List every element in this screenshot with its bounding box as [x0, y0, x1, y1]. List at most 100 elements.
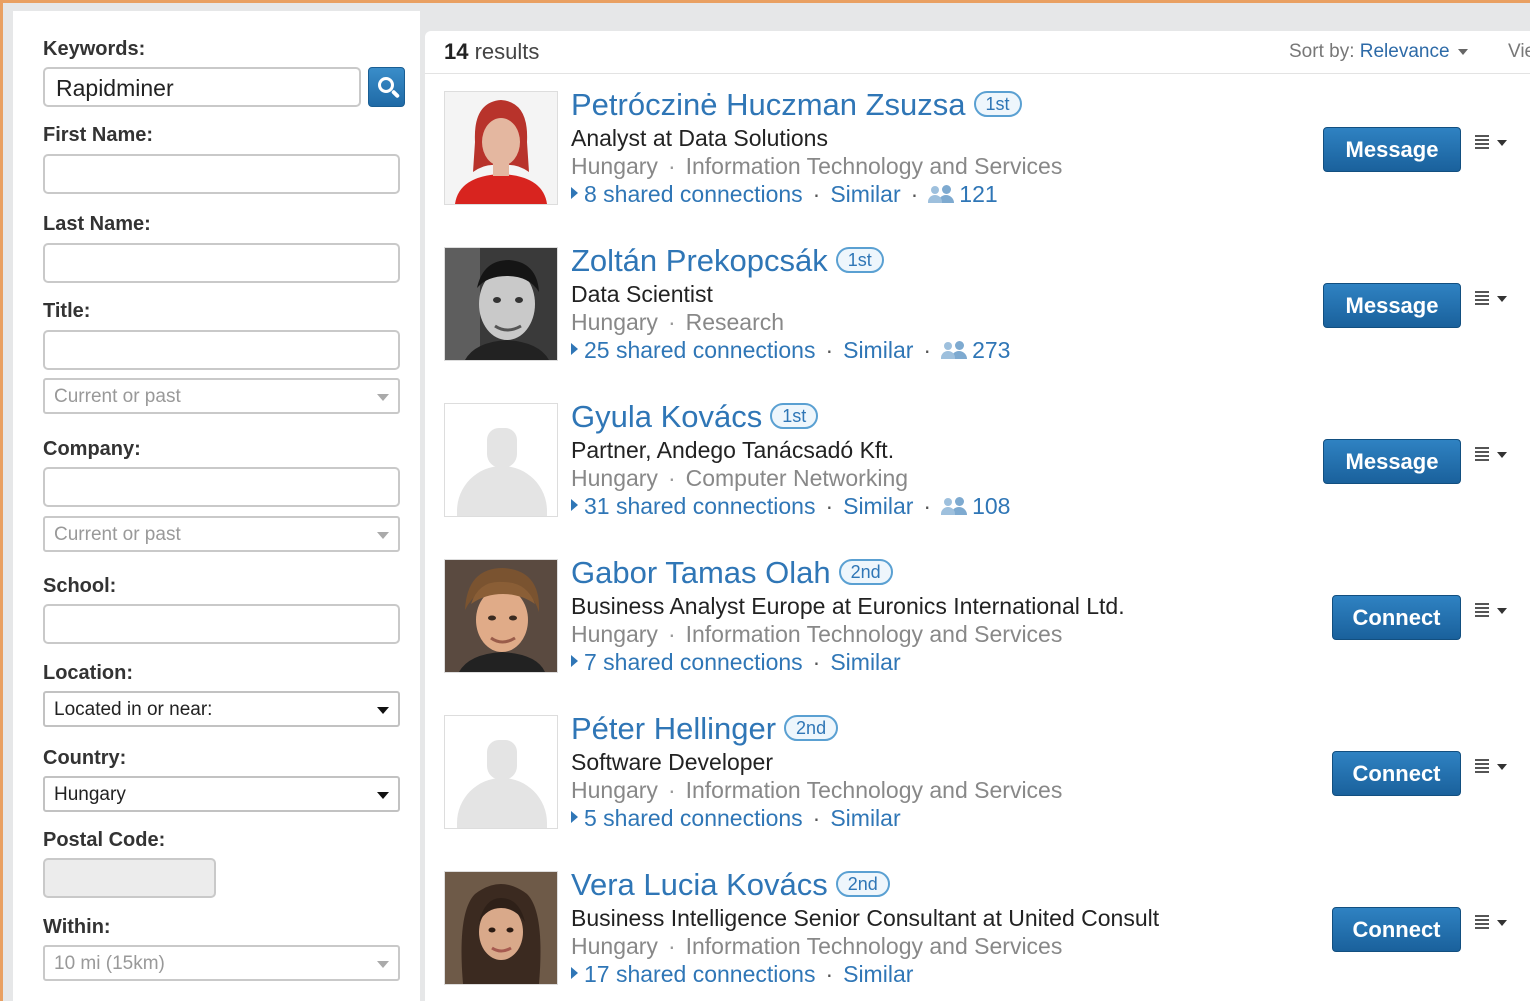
avatar[interactable] [444, 559, 558, 673]
results-count-suffix: results [468, 39, 540, 64]
location-label: Location: [43, 662, 133, 684]
similar-link[interactable]: Similar [843, 493, 913, 519]
within-label: Within: [43, 916, 111, 938]
avatar[interactable] [444, 247, 558, 361]
similar-link[interactable]: Similar [830, 181, 900, 207]
profile-meta: Hungary · Research [571, 309, 785, 335]
degree-badge: 1st [835, 247, 884, 273]
profile-links: 8 shared connections · Similar · 121 [571, 181, 998, 208]
chevron-down-icon [1497, 608, 1507, 614]
profile-headline: Software Developer [571, 749, 773, 775]
expand-arrow-icon[interactable] [571, 187, 578, 199]
profile-name-link[interactable]: Gabor Tamas Olah 2nd [571, 555, 893, 591]
message-button[interactable]: Message [1323, 127, 1461, 172]
chevron-down-icon [1497, 452, 1507, 458]
more-actions-menu[interactable] [1473, 133, 1513, 153]
chevron-down-icon [377, 532, 389, 539]
shared-connections-link[interactable]: 25 shared connections [584, 337, 815, 363]
profile-headline: Partner, Andego Tanácsadó Kft. [571, 437, 895, 463]
profile-name: Zoltán Prekopcsák [571, 243, 828, 278]
company-input[interactable] [43, 467, 400, 507]
connect-button[interactable]: Connect [1332, 907, 1461, 952]
degree-badge: 2nd [784, 715, 839, 741]
expand-arrow-icon[interactable] [571, 811, 578, 823]
degree-badge: 2nd [838, 559, 893, 585]
shared-connections-link[interactable]: 17 shared connections [584, 961, 815, 987]
connections-count[interactable]: 273 [972, 337, 1010, 363]
similar-link[interactable]: Similar [830, 805, 900, 831]
shared-connections-link[interactable]: 31 shared connections [584, 493, 815, 519]
avatar[interactable] [444, 91, 558, 205]
connect-button[interactable]: Connect [1332, 595, 1461, 640]
first-name-input[interactable] [43, 154, 400, 194]
similar-link[interactable]: Similar [843, 961, 913, 987]
company-scope-select[interactable]: Current or past [43, 516, 400, 552]
result-card: Gyula Kovács 1st Partner, Andego Tanácsad… [425, 399, 1530, 553]
result-card: Péter Hellinger 2nd Software Developer Hu… [425, 711, 1530, 865]
avatar[interactable] [444, 403, 558, 517]
profile-name-link[interactable]: Vera Lucia Kovács 2nd [571, 867, 890, 903]
school-input[interactable] [43, 604, 400, 644]
similar-link[interactable]: Similar [843, 337, 913, 363]
more-actions-menu[interactable] [1473, 913, 1513, 933]
chevron-down-icon [377, 394, 389, 401]
more-actions-menu[interactable] [1473, 757, 1513, 777]
avatar[interactable] [444, 715, 558, 829]
country-select[interactable]: Hungary [43, 776, 400, 812]
company-label: Company: [43, 438, 141, 460]
results-count-number: 14 [444, 39, 469, 64]
profile-name-link[interactable]: Zoltán Prekopcsák 1st [571, 243, 884, 279]
profile-meta: Hungary · Information Technology and Servi… [571, 933, 1063, 959]
view-control[interactable]: Vie [1508, 41, 1530, 63]
shared-connections-link[interactable]: 8 shared connections [584, 181, 803, 207]
degree-badge: 2nd [835, 871, 890, 897]
people-icon [941, 497, 968, 515]
connections-count[interactable]: 121 [959, 181, 997, 207]
sort-label: Sort by: [1289, 41, 1360, 62]
keywords-label: Keywords: [43, 38, 146, 60]
postal-code-label: Postal Code: [43, 829, 166, 851]
result-card: Petróczinė Huczman Zsuzsa 1st Analyst at … [425, 87, 1530, 241]
shared-connections-link[interactable]: 7 shared connections [584, 649, 803, 675]
school-label: School: [43, 575, 117, 597]
shared-connections-link[interactable]: 5 shared connections [584, 805, 803, 831]
location-select[interactable]: Located in or near: [43, 691, 400, 727]
message-button[interactable]: Message [1323, 283, 1461, 328]
profile-name-link[interactable]: Péter Hellinger 2nd [571, 711, 839, 747]
connections-count[interactable]: 108 [972, 493, 1010, 519]
search-button[interactable] [368, 67, 405, 107]
profile-headline: Data Scientist [571, 281, 713, 307]
more-actions-menu[interactable] [1473, 601, 1513, 621]
profile-name-link[interactable]: Gyula Kovács 1st [571, 399, 819, 435]
results-panel: 14 results Sort by: Relevance Vie Petróc… [425, 31, 1530, 1001]
country-label: Country: [43, 747, 127, 769]
people-icon [928, 185, 955, 203]
expand-arrow-icon[interactable] [571, 655, 578, 667]
similar-link[interactable]: Similar [830, 649, 900, 675]
profile-name-link[interactable]: Petróczinė Huczman Zsuzsa 1st [571, 87, 1022, 123]
keywords-input[interactable]: Rapidminer [43, 67, 361, 107]
profile-industry: Research [685, 309, 785, 335]
results-header: 14 results Sort by: Relevance Vie [425, 31, 1530, 74]
connect-button[interactable]: Connect [1332, 751, 1461, 796]
message-button[interactable]: Message [1323, 439, 1461, 484]
list-menu-icon [1475, 135, 1489, 149]
title-label: Title: [43, 300, 91, 322]
list-menu-icon [1475, 759, 1489, 773]
avatar[interactable] [444, 871, 558, 985]
expand-arrow-icon[interactable] [571, 967, 578, 979]
title-input[interactable] [43, 330, 400, 370]
within-select[interactable]: 10 mi (15km) [43, 945, 400, 981]
profile-links: 17 shared connections · Similar [571, 961, 913, 988]
last-name-input[interactable] [43, 243, 400, 283]
expand-arrow-icon[interactable] [571, 343, 578, 355]
sort-control[interactable]: Sort by: Relevance [1289, 41, 1468, 63]
title-scope-select[interactable]: Current or past [43, 378, 400, 414]
title-scope-value: Current or past [54, 386, 181, 407]
profile-location: Hungary [571, 621, 658, 647]
list-menu-icon [1475, 603, 1489, 617]
more-actions-menu[interactable] [1473, 445, 1513, 465]
profile-headline: Business Analyst Europe at Euronics Inte… [571, 593, 1125, 619]
expand-arrow-icon[interactable] [571, 499, 578, 511]
more-actions-menu[interactable] [1473, 289, 1513, 309]
